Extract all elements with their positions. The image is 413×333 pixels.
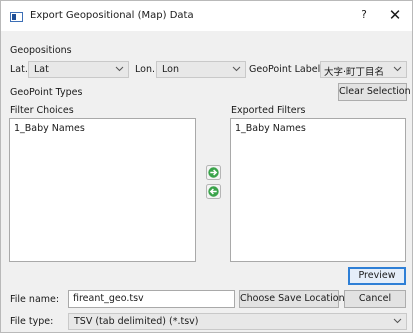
preview-button[interactable]: Preview: [348, 267, 406, 285]
file-type-label: File type:: [10, 316, 54, 327]
cancel-button[interactable]: Cancel: [344, 290, 406, 308]
list-item[interactable]: 1_Baby Names: [14, 123, 85, 134]
list-item[interactable]: 1_Baby Names: [235, 123, 306, 134]
exported-filters-list[interactable]: 1_Baby Names: [230, 118, 406, 262]
window-app-icon: [10, 12, 23, 22]
window-title: Export Geopositional (Map) Data: [30, 10, 194, 21]
title-bar: Export Geopositional (Map) Data ? ✕: [1, 1, 412, 31]
export-geopositional-dialog: Export Geopositional (Map) Data ? ✕ Geop…: [0, 0, 413, 333]
lon-dropdown-value: Lon: [162, 64, 179, 75]
chevron-down-icon: [392, 315, 403, 327]
filter-choices-label: Filter Choices: [10, 105, 74, 116]
close-button[interactable]: ✕: [387, 6, 403, 24]
geopoint-labels-label: GeoPoint Labels: [249, 64, 326, 75]
lat-dropdown-value: Lat: [34, 64, 49, 75]
file-type-dropdown-value: TSV (tab delimited) (*.tsv): [74, 316, 199, 327]
chevron-down-icon: [231, 63, 242, 75]
file-name-input[interactable]: fireant_geo.tsv: [68, 290, 235, 308]
lat-label: Lat.: [10, 64, 28, 75]
green-arrow-right-icon: [206, 165, 221, 180]
file-name-value: fireant_geo.tsv: [73, 293, 144, 304]
exported-filters-label: Exported Filters: [231, 105, 306, 116]
file-name-label: File name:: [10, 294, 60, 305]
lon-label: Lon.: [135, 64, 155, 75]
move-left-button[interactable]: [206, 184, 221, 199]
geopoint-types-section-label: GeoPoint Types: [10, 87, 83, 98]
move-right-button[interactable]: [206, 165, 221, 180]
help-button[interactable]: ?: [357, 9, 371, 21]
lat-dropdown[interactable]: Lat: [28, 61, 129, 78]
clear-selection-button[interactable]: Clear Selection: [338, 83, 411, 101]
chevron-down-icon: [114, 63, 125, 75]
green-arrow-left-icon: [206, 184, 221, 199]
geopositions-section-label: Geopositions: [10, 45, 72, 56]
filter-choices-list[interactable]: 1_Baby Names: [9, 118, 196, 262]
geopoint-labels-dropdown-value: 大字·町丁目名: [324, 67, 385, 78]
geopoint-labels-dropdown[interactable]: 大字·町丁目名: [320, 61, 407, 78]
chevron-down-icon: [392, 63, 403, 75]
lon-dropdown[interactable]: Lon: [156, 61, 246, 78]
file-type-dropdown[interactable]: TSV (tab delimited) (*.tsv): [68, 313, 407, 330]
choose-save-location-button[interactable]: Choose Save Location: [239, 290, 345, 308]
